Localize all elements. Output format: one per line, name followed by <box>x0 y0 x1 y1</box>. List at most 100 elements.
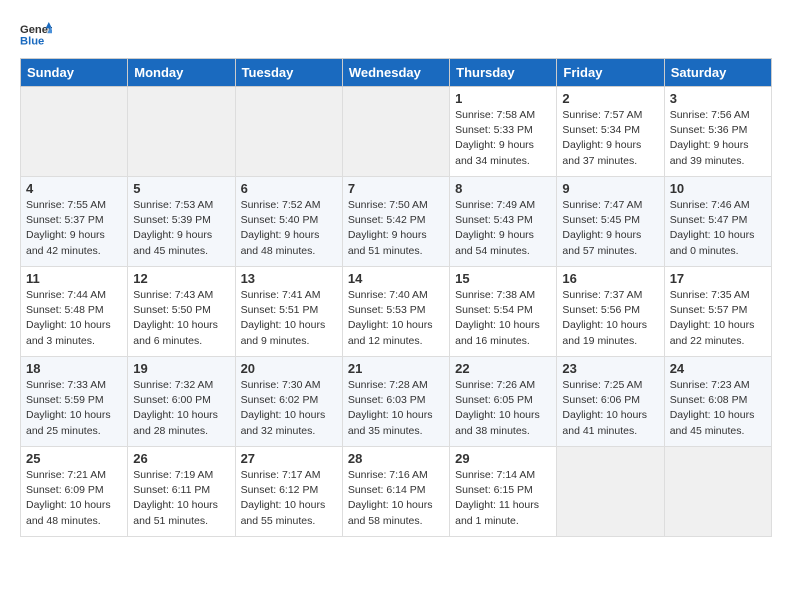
calendar-week-row: 18Sunrise: 7:33 AM Sunset: 5:59 PM Dayli… <box>21 357 772 447</box>
day-info: Sunrise: 7:44 AM Sunset: 5:48 PM Dayligh… <box>26 288 122 349</box>
day-info: Sunrise: 7:26 AM Sunset: 6:05 PM Dayligh… <box>455 378 551 439</box>
calendar-cell <box>21 87 128 177</box>
calendar-cell: 20 Sunrise: 7:30 AM Sunset: 6:02 PM Dayli… <box>235 357 342 447</box>
day-info: Sunrise: 7:33 AM Sunset: 5:59 PM Dayligh… <box>26 378 122 439</box>
calendar-cell: 18Sunrise: 7:33 AM Sunset: 5:59 PM Dayli… <box>21 357 128 447</box>
calendar-cell: 17 Sunrise: 7:35 AM Sunset: 5:57 PM Dayli… <box>664 267 771 357</box>
day-number: 28 <box>348 451 444 466</box>
day-number: 15 <box>455 271 551 286</box>
day-info: Sunrise: 7:52 AM Sunset: 5:40 PM Dayligh… <box>241 198 337 259</box>
calendar-cell: 13Sunrise: 7:41 AM Sunset: 5:51 PM Dayli… <box>235 267 342 357</box>
day-number: 23 <box>562 361 658 376</box>
day-info: Sunrise: 7:37 AM Sunset: 5:56 PM Dayligh… <box>562 288 658 349</box>
calendar-cell: 19 Sunrise: 7:32 AM Sunset: 6:00 PM Dayli… <box>128 357 235 447</box>
day-number: 3 <box>670 91 766 106</box>
day-info: Sunrise: 7:47 AM Sunset: 5:45 PM Dayligh… <box>562 198 658 259</box>
day-info: Sunrise: 7:16 AM Sunset: 6:14 PM Dayligh… <box>348 468 444 529</box>
day-info: Sunrise: 7:17 AM Sunset: 6:12 PM Dayligh… <box>241 468 337 529</box>
weekday-header-row: SundayMondayTuesdayWednesdayThursdayFrid… <box>21 59 772 87</box>
day-number: 26 <box>133 451 229 466</box>
calendar-week-row: 11 Sunrise: 7:44 AM Sunset: 5:48 PM Dayli… <box>21 267 772 357</box>
calendar-cell: 12 Sunrise: 7:43 AM Sunset: 5:50 PM Dayli… <box>128 267 235 357</box>
day-number: 10 <box>670 181 766 196</box>
day-info: Sunrise: 7:32 AM Sunset: 6:00 PM Dayligh… <box>133 378 229 439</box>
calendar-cell: 23 Sunrise: 7:25 AM Sunset: 6:06 PM Dayli… <box>557 357 664 447</box>
calendar-cell: 3 Sunrise: 7:56 AM Sunset: 5:36 PM Daylig… <box>664 87 771 177</box>
day-info: Sunrise: 7:14 AM Sunset: 6:15 PM Dayligh… <box>455 468 551 529</box>
calendar-cell <box>128 87 235 177</box>
day-number: 24 <box>670 361 766 376</box>
day-info: Sunrise: 7:57 AM Sunset: 5:34 PM Dayligh… <box>562 108 658 169</box>
calendar-cell <box>235 87 342 177</box>
day-number: 7 <box>348 181 444 196</box>
day-number: 20 <box>241 361 337 376</box>
day-number: 8 <box>455 181 551 196</box>
calendar-cell <box>342 87 449 177</box>
calendar-cell: 4Sunrise: 7:55 AM Sunset: 5:37 PM Daylig… <box>21 177 128 267</box>
day-info: Sunrise: 7:25 AM Sunset: 6:06 PM Dayligh… <box>562 378 658 439</box>
day-info: Sunrise: 7:43 AM Sunset: 5:50 PM Dayligh… <box>133 288 229 349</box>
calendar-cell: 14 Sunrise: 7:40 AM Sunset: 5:53 PM Dayli… <box>342 267 449 357</box>
day-info: Sunrise: 7:49 AM Sunset: 5:43 PM Dayligh… <box>455 198 551 259</box>
day-info: Sunrise: 7:28 AM Sunset: 6:03 PM Dayligh… <box>348 378 444 439</box>
calendar-cell: 26 Sunrise: 7:19 AM Sunset: 6:11 PM Dayli… <box>128 447 235 537</box>
day-number: 6 <box>241 181 337 196</box>
day-number: 19 <box>133 361 229 376</box>
weekday-header-thursday: Thursday <box>450 59 557 87</box>
calendar-table: SundayMondayTuesdayWednesdayThursdayFrid… <box>20 58 772 537</box>
calendar-cell: 27Sunrise: 7:17 AM Sunset: 6:12 PM Dayli… <box>235 447 342 537</box>
calendar-week-row: 1Sunrise: 7:58 AM Sunset: 5:33 PM Daylig… <box>21 87 772 177</box>
day-info: Sunrise: 7:38 AM Sunset: 5:54 PM Dayligh… <box>455 288 551 349</box>
day-number: 12 <box>133 271 229 286</box>
calendar-cell: 8 Sunrise: 7:49 AM Sunset: 5:43 PM Daylig… <box>450 177 557 267</box>
calendar-cell: 5 Sunrise: 7:53 AM Sunset: 5:39 PM Daylig… <box>128 177 235 267</box>
calendar-cell: 10Sunrise: 7:46 AM Sunset: 5:47 PM Dayli… <box>664 177 771 267</box>
day-number: 21 <box>348 361 444 376</box>
day-info: Sunrise: 7:56 AM Sunset: 5:36 PM Dayligh… <box>670 108 766 169</box>
calendar-cell: 2 Sunrise: 7:57 AM Sunset: 5:34 PM Daylig… <box>557 87 664 177</box>
weekday-header-tuesday: Tuesday <box>235 59 342 87</box>
calendar-cell: 28 Sunrise: 7:16 AM Sunset: 6:14 PM Dayli… <box>342 447 449 537</box>
calendar-cell: 9 Sunrise: 7:47 AM Sunset: 5:45 PM Daylig… <box>557 177 664 267</box>
day-info: Sunrise: 7:35 AM Sunset: 5:57 PM Dayligh… <box>670 288 766 349</box>
weekday-header-monday: Monday <box>128 59 235 87</box>
day-number: 9 <box>562 181 658 196</box>
logo: General Blue <box>20 20 52 48</box>
day-info: Sunrise: 7:19 AM Sunset: 6:11 PM Dayligh… <box>133 468 229 529</box>
calendar-cell: 22 Sunrise: 7:26 AM Sunset: 6:05 PM Dayli… <box>450 357 557 447</box>
calendar-week-row: 4Sunrise: 7:55 AM Sunset: 5:37 PM Daylig… <box>21 177 772 267</box>
calendar-cell: 29 Sunrise: 7:14 AM Sunset: 6:15 PM Dayli… <box>450 447 557 537</box>
day-number: 14 <box>348 271 444 286</box>
calendar-cell: 7 Sunrise: 7:50 AM Sunset: 5:42 PM Daylig… <box>342 177 449 267</box>
day-number: 16 <box>562 271 658 286</box>
day-info: Sunrise: 7:23 AM Sunset: 6:08 PM Dayligh… <box>670 378 766 439</box>
calendar-cell: 24 Sunrise: 7:23 AM Sunset: 6:08 PM Dayli… <box>664 357 771 447</box>
day-info: Sunrise: 7:21 AM Sunset: 6:09 PM Dayligh… <box>26 468 122 529</box>
weekday-header-saturday: Saturday <box>664 59 771 87</box>
calendar-cell: 6 Sunrise: 7:52 AM Sunset: 5:40 PM Daylig… <box>235 177 342 267</box>
page-header: General Blue <box>20 20 772 48</box>
calendar-cell: 1Sunrise: 7:58 AM Sunset: 5:33 PM Daylig… <box>450 87 557 177</box>
day-info: Sunrise: 7:50 AM Sunset: 5:42 PM Dayligh… <box>348 198 444 259</box>
day-number: 17 <box>670 271 766 286</box>
calendar-cell: 15 Sunrise: 7:38 AM Sunset: 5:54 PM Dayli… <box>450 267 557 357</box>
calendar-cell: 25Sunrise: 7:21 AM Sunset: 6:09 PM Dayli… <box>21 447 128 537</box>
day-number: 1 <box>455 91 551 106</box>
calendar-week-row: 25Sunrise: 7:21 AM Sunset: 6:09 PM Dayli… <box>21 447 772 537</box>
logo-icon: General Blue <box>20 20 52 48</box>
day-info: Sunrise: 7:53 AM Sunset: 5:39 PM Dayligh… <box>133 198 229 259</box>
calendar-cell <box>664 447 771 537</box>
calendar-cell: 16 Sunrise: 7:37 AM Sunset: 5:56 PM Dayli… <box>557 267 664 357</box>
calendar-cell: 21 Sunrise: 7:28 AM Sunset: 6:03 PM Dayli… <box>342 357 449 447</box>
day-number: 11 <box>26 271 122 286</box>
day-number: 2 <box>562 91 658 106</box>
day-info: Sunrise: 7:30 AM Sunset: 6:02 PM Dayligh… <box>241 378 337 439</box>
day-number: 5 <box>133 181 229 196</box>
day-info: Sunrise: 7:40 AM Sunset: 5:53 PM Dayligh… <box>348 288 444 349</box>
weekday-header-wednesday: Wednesday <box>342 59 449 87</box>
day-number: 22 <box>455 361 551 376</box>
calendar-cell <box>557 447 664 537</box>
day-number: 29 <box>455 451 551 466</box>
weekday-header-sunday: Sunday <box>21 59 128 87</box>
day-info: Sunrise: 7:41 AM Sunset: 5:51 PM Dayligh… <box>241 288 337 349</box>
